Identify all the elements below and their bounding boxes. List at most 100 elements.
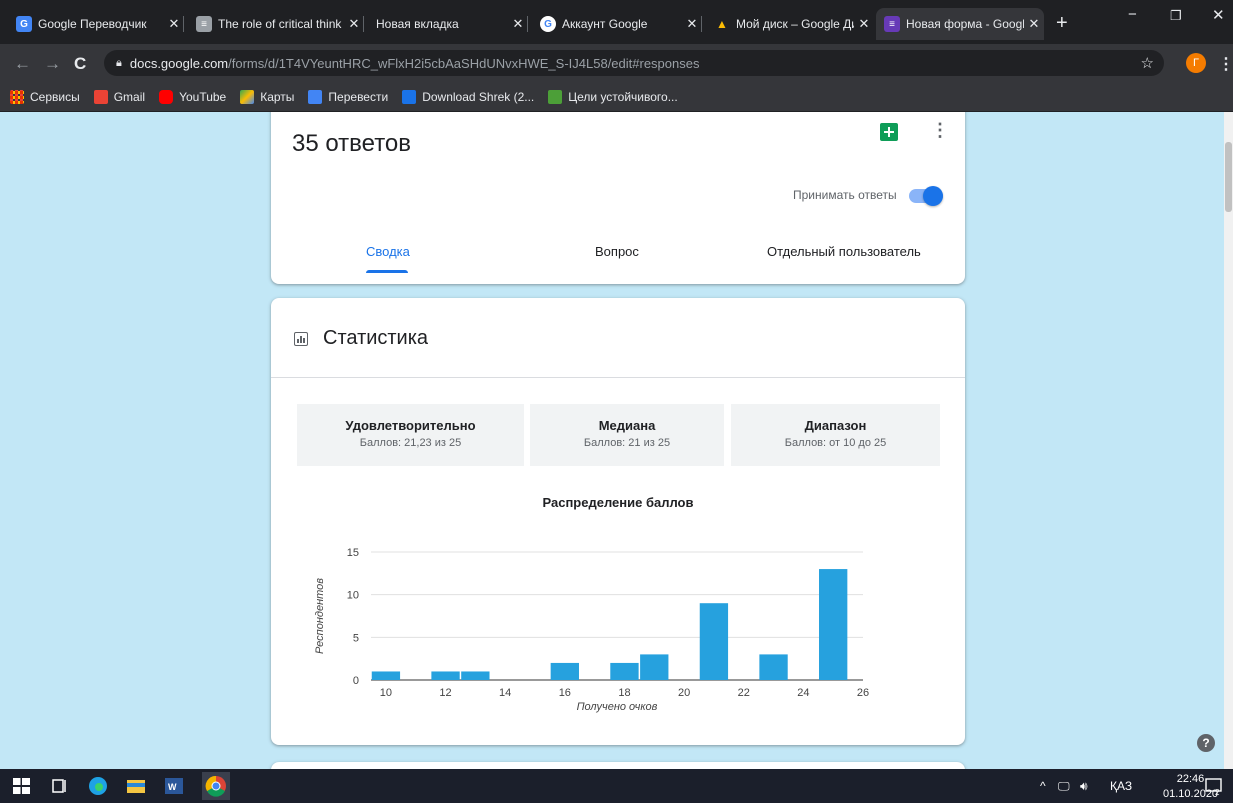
metric-range: Диапазон Баллов: от 10 до 25 [731,404,940,466]
task-view-icon[interactable] [50,776,70,796]
browser-tab[interactable]: ≡ The role of critical think ✕ [188,8,364,40]
network-icon[interactable]: 🖵︎ [1058,779,1070,794]
tab-individual[interactable]: Отдельный пользователь [767,244,921,259]
tab-summary[interactable]: Сводка [366,244,410,259]
browser-tab[interactable]: G Аккаунт Google ✕ [532,8,702,40]
x-tick-label: 10 [380,687,392,699]
tab-divider [701,16,702,32]
input-language[interactable]: ҚАЗ [1110,779,1132,793]
url-path: /forms/d/1T4VYeuntHRC_wFlxH2i5cbAaSHdUNv… [228,55,700,71]
metric-average: Удовлетворительно Баллов: 21,23 из 25 [297,404,524,466]
edge-icon[interactable] [88,776,108,796]
y-tick-label: 15 [347,547,359,559]
browser-tab[interactable]: Новая вкладка ✕ [368,8,528,40]
volume-icon[interactable]: 🔊︎ [1080,779,1088,794]
youtube-icon [159,89,174,104]
url-input[interactable]: 🔒︎ docs.google.com/forms/d/1T4VYeuntHRC_… [104,50,1164,76]
page-scrollbar[interactable] [1224,112,1233,769]
show-hidden-icons[interactable]: ^ [1040,779,1046,793]
statistics-card: Статистика Удовлетворительно Баллов: 21,… [271,298,965,745]
bookmark-gmail[interactable]: Gmail [93,89,146,104]
tab-label: Google Переводчик [38,17,147,31]
page-icon: ≡ [196,16,212,32]
bookmark-youtube[interactable]: YouTube [159,89,226,104]
windows-start-icon[interactable] [12,776,32,796]
next-card [271,762,965,769]
bar [610,662,639,680]
metric-title: Диапазон [804,418,867,433]
responses-count: 35 ответов [292,130,412,157]
back-icon[interactable]: ← [14,54,31,74]
tab-label: Мой диск – Google Ди [736,17,854,31]
browser-tab-active[interactable]: ≡ Новая форма - Google ✕ [876,8,1044,40]
bookmarks-bar: Сервисы Gmail YouTube Карты Перевести Do… [0,82,1233,112]
statistics-title: Статистика [323,327,429,349]
sheets-icon[interactable] [880,123,898,141]
reload-icon[interactable]: C [74,54,86,74]
help-button[interactable]: ? [1197,734,1215,752]
x-tick-label: 24 [797,687,809,699]
bookmark-shrek[interactable]: Download Shrek (2... [402,89,534,104]
notification-count: 2 [1215,788,1220,796]
y-axis-label: Респондентов [314,578,326,654]
minimize-button[interactable]: − [1128,6,1137,23]
bookmark-star-icon[interactable]: ☆ [1141,54,1154,72]
toggle-knob [923,186,943,206]
close-icon[interactable]: ✕ [682,16,702,32]
y-tick-label: 0 [353,675,359,687]
bookmark-maps[interactable]: Карты [240,89,295,104]
active-tab-indicator [366,270,408,273]
bar [759,654,788,680]
drive-icon: ▲ [716,17,728,31]
tab-divider [527,16,528,32]
chrome-taskbar-icon[interactable] [202,772,230,800]
word-icon[interactable]: W [164,776,184,796]
forms-icon: ≡ [884,16,900,32]
new-tab-button[interactable]: + [1056,12,1068,35]
translate-icon: G [16,16,32,32]
forward-icon[interactable]: → [44,54,61,74]
metric-median: Медиана Баллов: 21 из 25 [530,404,724,466]
browser-menu-icon[interactable]: ⋮ [1218,54,1233,74]
x-tick-label: 26 [857,687,869,699]
file-explorer-icon[interactable] [126,776,146,796]
x-tick-label: 18 [618,687,630,699]
responses-tabs: Сводка Вопрос Отдельный пользователь [271,232,965,284]
notifications-icon[interactable]: 2 [1204,776,1224,797]
close-window-button[interactable]: ✕ [1212,6,1225,24]
browser-tab[interactable]: G Google Переводчик ✕ [8,8,184,40]
google-icon: G [540,16,556,32]
profile-avatar[interactable]: Г [1186,53,1206,73]
bar [461,671,490,680]
bar [431,671,460,680]
browser-tab[interactable]: ▲ Мой диск – Google Ди ✕ [706,8,874,40]
accept-responses-toggle[interactable] [909,186,943,206]
bookmark-apps[interactable]: Сервисы [10,89,80,104]
bookmark-label: Карты [260,89,295,104]
bookmark-label: Перевести [328,89,389,104]
close-icon[interactable]: ✕ [854,16,874,32]
restore-button[interactable]: ❐ [1170,8,1182,24]
close-icon[interactable]: ✕ [164,16,184,32]
metric-title: Медиана [598,418,656,433]
metric-value: Баллов: 21,23 из 25 [359,437,462,449]
tab-label: The role of critical think [218,17,342,31]
url-domain: docs.google.com [129,55,229,71]
accept-responses-label: Принимать ответы [793,188,897,202]
bar [371,671,401,680]
bookmark-label: Сервисы [30,89,80,104]
bookmark-sdg[interactable]: Цели устойчивого... [548,89,678,104]
responses-header-card: 35 ответов ⋮ Принимать ответы Сводка Воп… [271,112,965,284]
chart-title: Распределение баллов [542,495,694,510]
bookmark-label: Gmail [113,89,146,104]
close-icon[interactable]: ✕ [1024,16,1044,32]
tab-question[interactable]: Вопрос [595,244,639,259]
close-icon[interactable]: ✕ [344,16,364,32]
page-content: 35 ответов ⋮ Принимать ответы Сводка Воп… [0,112,1233,769]
close-icon[interactable]: ✕ [508,16,528,32]
bookmark-translate[interactable]: Перевести [308,89,389,104]
scrollbar-thumb[interactable] [1225,142,1232,212]
address-bar-row: ← → C 🔒︎ docs.google.com/forms/d/1T4VYeu… [0,44,1233,82]
more-options-icon[interactable]: ⋮ [931,120,949,141]
sdg-icon [548,89,563,104]
